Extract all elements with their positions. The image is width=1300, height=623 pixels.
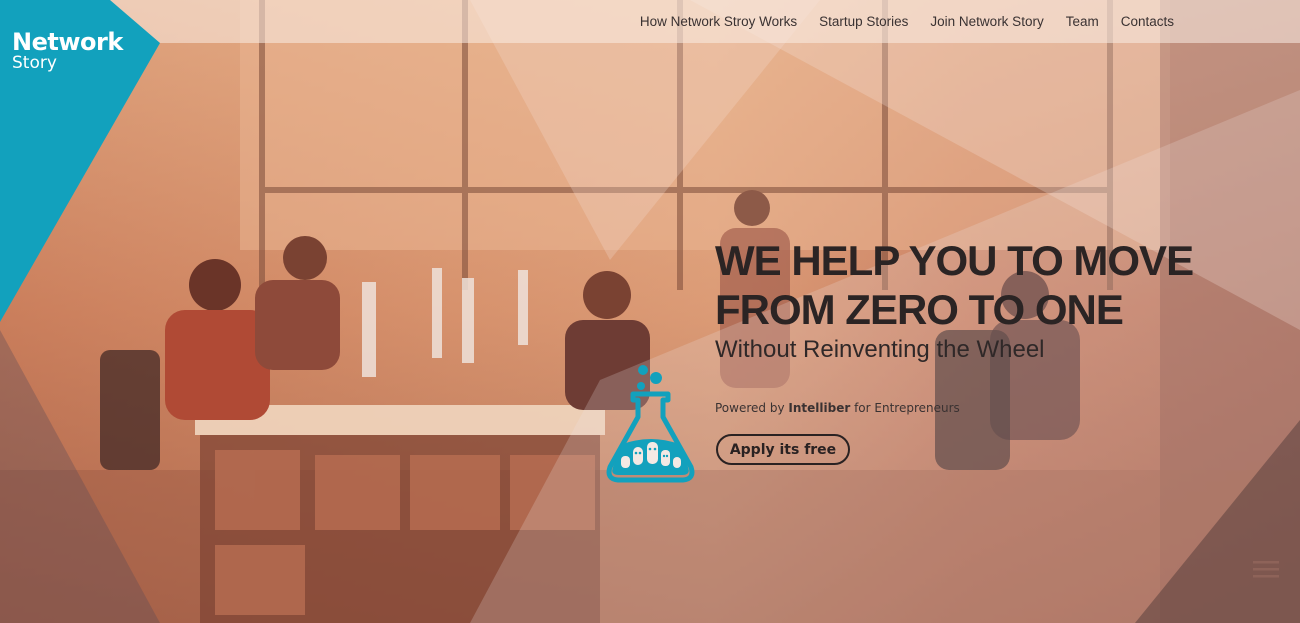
powered-brand: Intelliber (788, 401, 851, 415)
logo-wordmark-story: Story (12, 53, 57, 73)
monitors (362, 268, 528, 377)
logo-wordmark-network: Network (12, 28, 123, 56)
hero-headline-line2: FROM ZERO TO ONE (715, 286, 1124, 333)
nav-link-team[interactable]: Team (1066, 14, 1099, 29)
hero-subheadline: Without Reinventing the Wheel (715, 336, 1045, 363)
nav-link-join[interactable]: Join Network Story (930, 14, 1043, 29)
powered-prefix: Powered by (715, 401, 789, 415)
hamburger-menu-icon[interactable] (1253, 559, 1279, 581)
site-logo[interactable]: Network Story (12, 30, 123, 72)
hero-headline: WE HELP YOU TO MOVE FROM ZERO TO ONE (715, 236, 1194, 334)
nav-link-contacts[interactable]: Contacts (1121, 14, 1174, 29)
main-nav: How Network Stroy Works Startup Stories … (640, 0, 1174, 43)
apply-button[interactable]: Apply its free (716, 434, 850, 465)
hero-headline-line1: WE HELP YOU TO MOVE (715, 237, 1194, 284)
nav-link-how-it-works[interactable]: How Network Stroy Works (640, 14, 797, 29)
powered-suffix: for Entrepreneurs (850, 401, 960, 415)
nav-link-startup-stories[interactable]: Startup Stories (819, 14, 908, 29)
flask-icon (606, 365, 695, 483)
top-navbar: How Network Stroy Works Startup Stories … (0, 0, 1300, 43)
powered-by-text: Powered by Intelliber for Entrepreneurs (715, 401, 960, 415)
